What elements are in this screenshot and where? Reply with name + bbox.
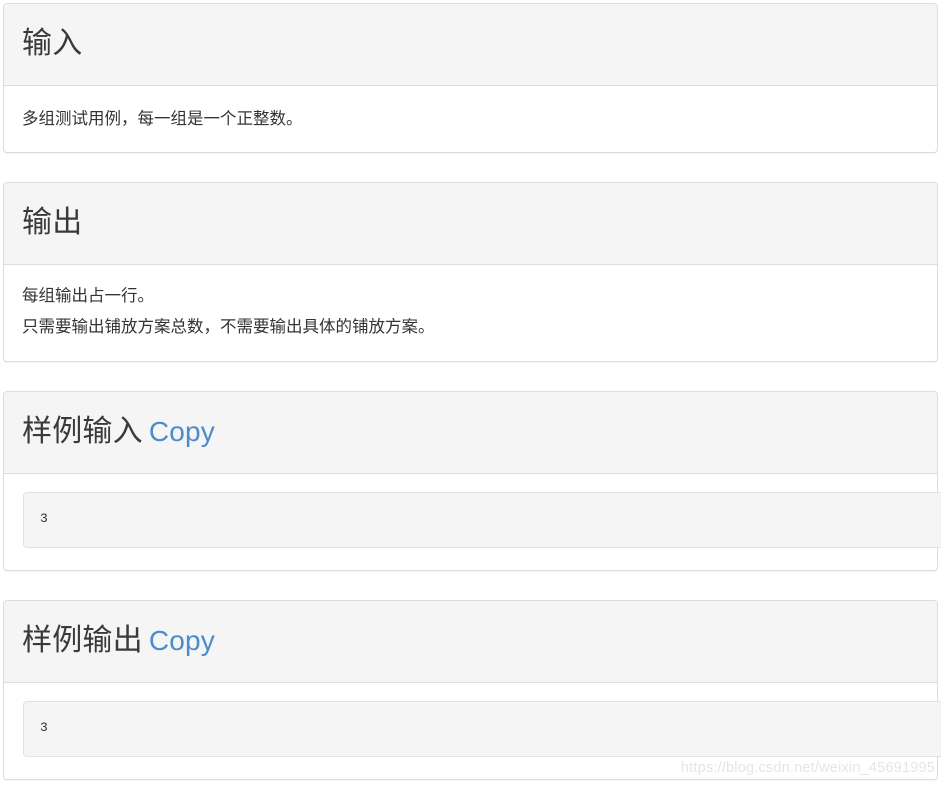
- panel-input-title: 输入: [22, 23, 919, 65]
- panel-sample-output-title: 样例输出 Copy: [22, 620, 919, 662]
- problem-description-page: 输入 多组测试用例，每一组是一个正整数。 输出 每组输出占一行。 只需要输出铺放…: [0, 0, 941, 796]
- panel-output-text-line-1: 每组输出占一行。: [22, 287, 154, 305]
- panel-input-text: 多组测试用例，每一组是一个正整数。: [22, 104, 919, 135]
- copy-sample-input-link[interactable]: Copy: [149, 416, 215, 447]
- panel-output-text-line-2: 只需要输出铺放方案总数，不需要输出具体的铺放方案。: [22, 318, 435, 336]
- panel-sample-input: 样例输入 Copy 3: [3, 391, 941, 571]
- panel-sample-input-title: 样例输入 Copy: [22, 411, 919, 453]
- panel-input-body: 多组测试用例，每一组是一个正整数。: [4, 86, 937, 152]
- panel-sample-output-heading: 样例输出 Copy: [4, 601, 937, 683]
- panel-input-heading: 输入: [4, 4, 937, 86]
- panel-output-heading: 输出: [4, 183, 937, 265]
- panel-output-title-text: 输出: [22, 206, 83, 239]
- panel-output: 输出 每组输出占一行。 只需要输出铺放方案总数，不需要输出具体的铺放方案。: [3, 182, 938, 362]
- panel-output-text: 每组输出占一行。 只需要输出铺放方案总数，不需要输出具体的铺放方案。: [22, 281, 919, 343]
- panel-sample-input-heading: 样例输入 Copy: [4, 392, 937, 474]
- panel-sample-output-body: 3: [4, 683, 941, 779]
- panel-sample-input-body: 3: [4, 474, 941, 570]
- panel-output-title: 输出: [22, 202, 919, 244]
- panel-input-title-text: 输入: [22, 27, 83, 60]
- sample-output-code[interactable]: 3: [23, 701, 941, 757]
- panel-output-body: 每组输出占一行。 只需要输出铺放方案总数，不需要输出具体的铺放方案。: [4, 265, 937, 361]
- panel-sample-output-title-text: 样例输出: [22, 624, 143, 657]
- panel-sample-input-title-text: 样例输入: [22, 415, 143, 448]
- panel-sample-output: 样例输出 Copy 3: [3, 600, 941, 780]
- copy-sample-output-link[interactable]: Copy: [149, 625, 215, 656]
- sample-input-code[interactable]: 3: [23, 492, 941, 548]
- panel-input: 输入 多组测试用例，每一组是一个正整数。: [3, 3, 938, 153]
- panel-input-text-line-1: 多组测试用例，每一组是一个正整数。: [22, 110, 303, 128]
